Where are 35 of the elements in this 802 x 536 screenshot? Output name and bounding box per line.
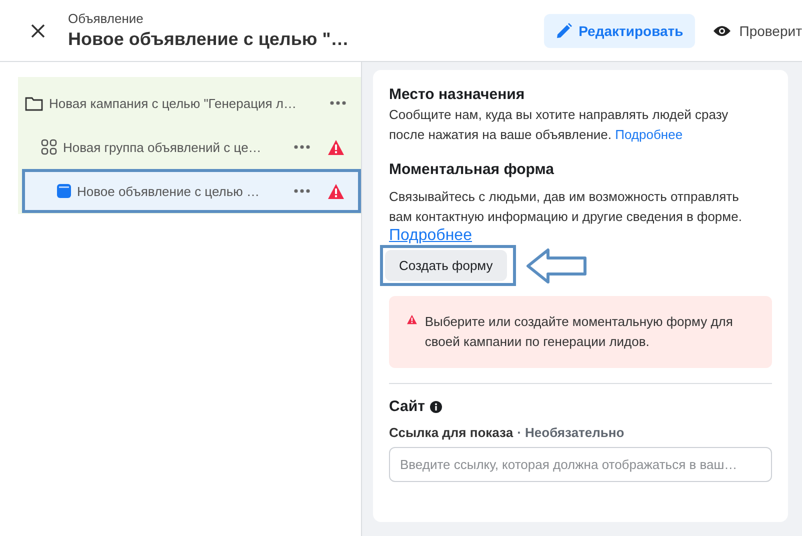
- edit-button[interactable]: Редактировать: [544, 14, 696, 48]
- header-subtitle: Объявление: [68, 11, 144, 26]
- warning-icon: [328, 140, 344, 154]
- create-form-button[interactable]: Создать форму: [385, 250, 507, 281]
- more-icon[interactable]: [294, 189, 310, 193]
- section-heading: Моментальная форма: [389, 161, 556, 178]
- learn-more-link[interactable]: Подробнее: [615, 127, 683, 142]
- warning-icon: [407, 312, 417, 327]
- tree-item[interactable]: Новая кампания с целью "Генерация л…: [22, 81, 361, 125]
- folder-icon: [25, 96, 43, 110]
- more-icon[interactable]: [294, 145, 310, 149]
- optional-note: · Необязательно: [517, 425, 624, 440]
- section-description: Сообщите нам, куда вы хотите направлять людей сразу после нажатия на ваше объявление. Подробнее: [389, 106, 730, 144]
- eye-icon: [713, 24, 732, 36]
- field-label: Ссылка для показа: [389, 425, 514, 440]
- tree-item[interactable]: Новое объявление с целью …: [22, 169, 361, 213]
- ad-icon: [57, 184, 71, 198]
- info-icon: [430, 400, 442, 412]
- section-description: Связывайтесь с людьми, дав им возможность отправлять вам контактную информацию и другие сведения в форме.: [389, 188, 743, 226]
- tree-item-label: Новая группа объявлений с це…: [63, 140, 262, 154]
- pencil-icon: [556, 22, 572, 38]
- section-heading: Сайт: [389, 398, 425, 415]
- section-heading: Место назначения: [389, 86, 526, 103]
- tree-item-label: Новая кампания с целью "Генерация л…: [49, 96, 298, 110]
- preview-button[interactable]: Проверит: [713, 22, 802, 38]
- learn-more-link[interactable]: Подробнее: [389, 227, 472, 245]
- url-input-field[interactable]: Введите ссылку, которая должна отображаться в ваш…: [389, 447, 772, 482]
- tree-item-label: Новое объявление с целью …: [77, 184, 260, 198]
- tree-item[interactable]: Новая группа объявлений с це…: [22, 125, 361, 169]
- alert-text: Выберите или создайте моментальную форму для своей кампании по генерации лидов.: [424, 313, 734, 351]
- more-icon[interactable]: [330, 101, 346, 105]
- warning-icon: [328, 184, 344, 198]
- header-title: Новое объявление с целью "…: [68, 29, 350, 50]
- pointer-arrow-icon: [526, 248, 588, 284]
- grid-icon: [41, 139, 57, 155]
